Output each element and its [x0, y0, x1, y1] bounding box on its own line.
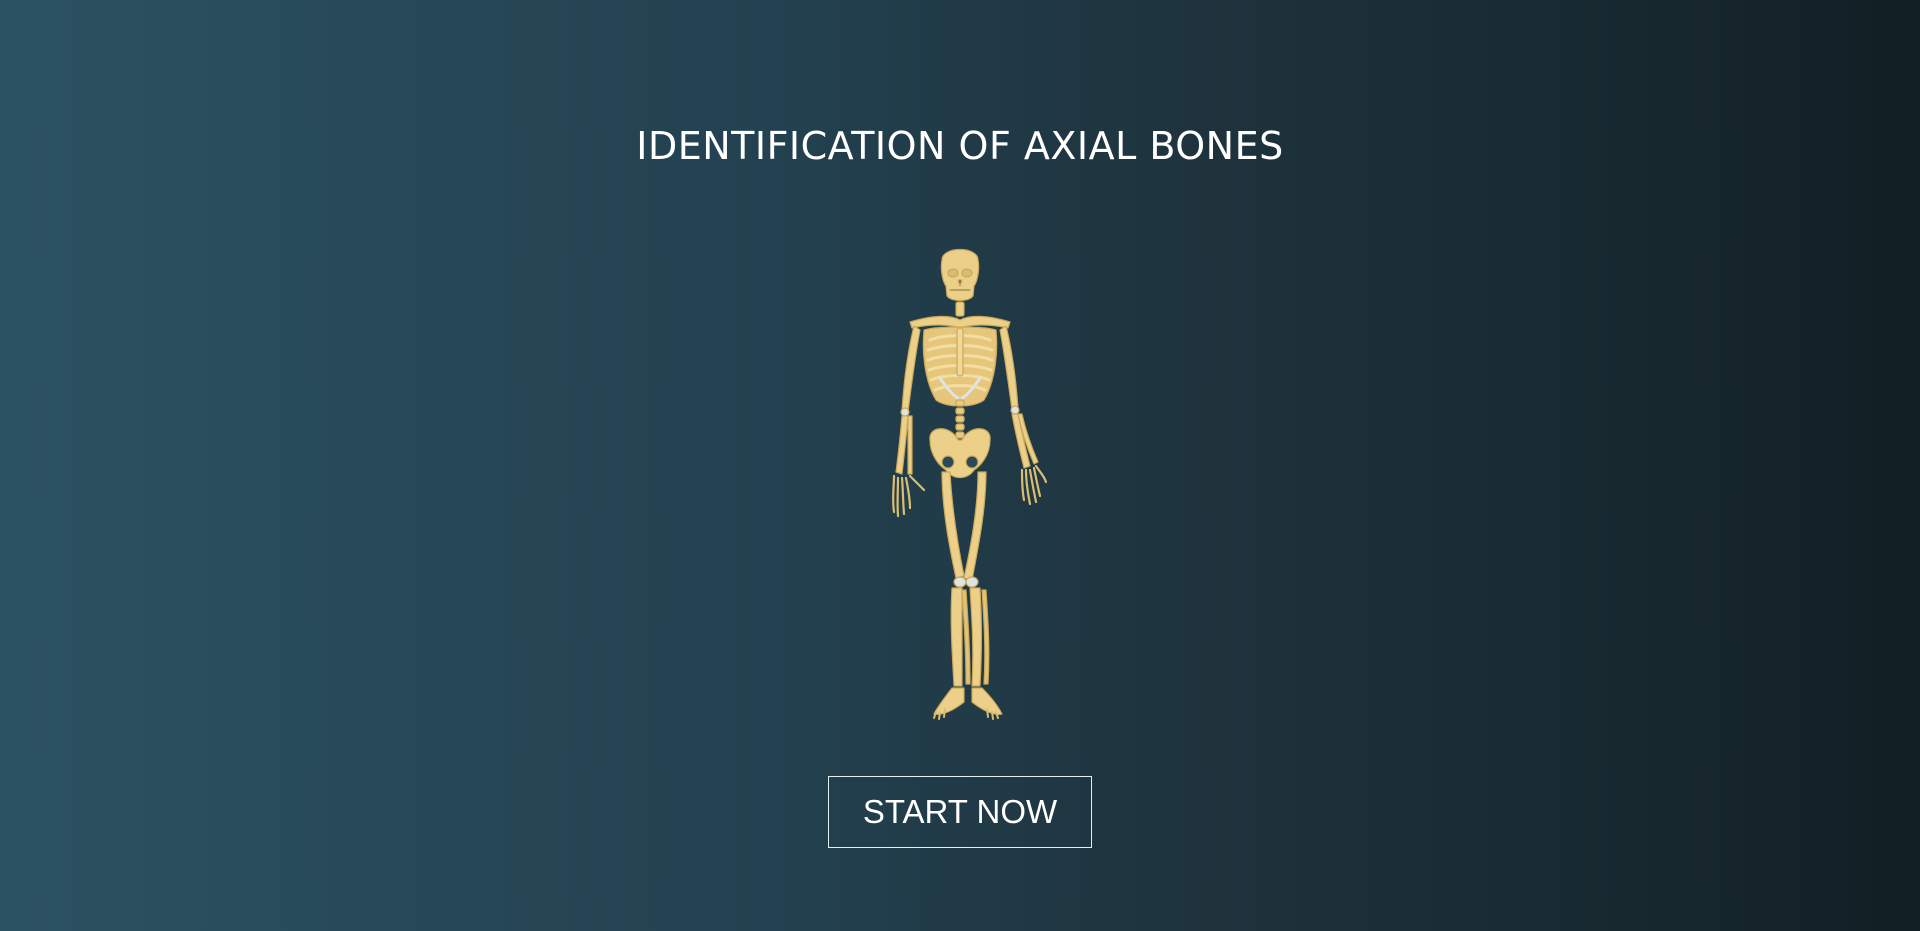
skeleton-illustration [850, 240, 1070, 730]
start-now-button[interactable]: START NOW [828, 776, 1092, 848]
page-title: IDENTIFICATION OF AXIAL BONES [636, 124, 1284, 168]
